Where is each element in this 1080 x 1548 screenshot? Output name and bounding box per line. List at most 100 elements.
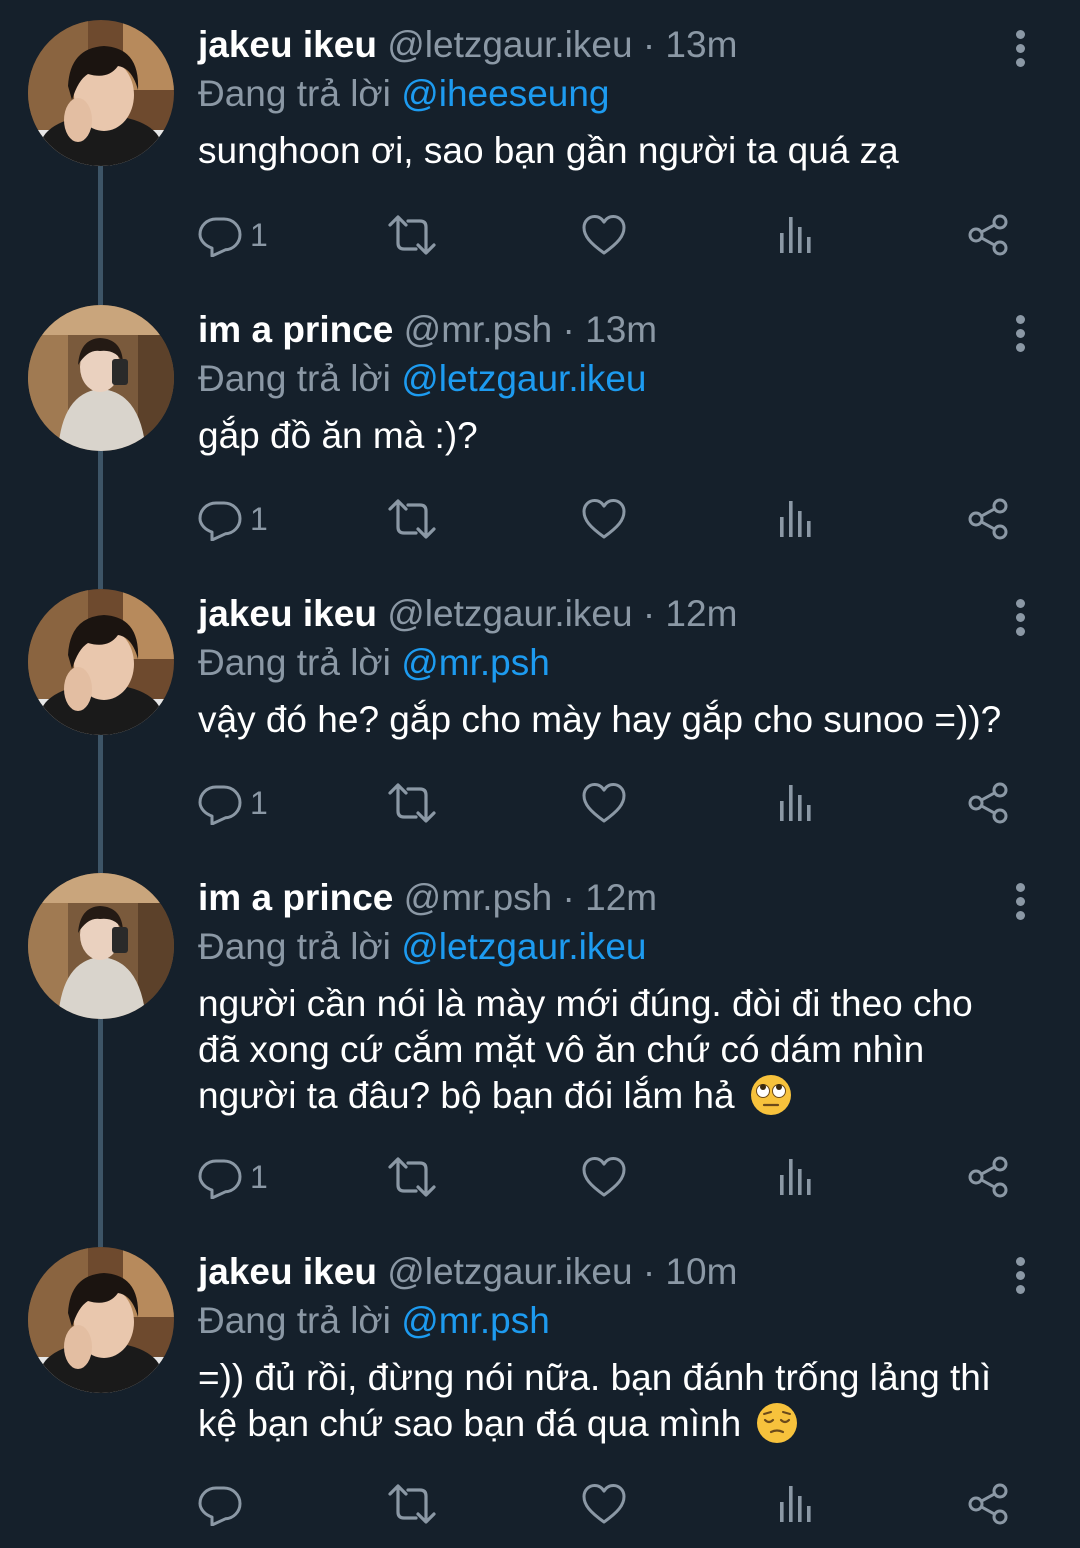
like-icon (582, 782, 626, 824)
avatar[interactable] (28, 589, 174, 735)
tweet-timestamp[interactable]: 13m (665, 24, 737, 65)
share-button[interactable] (966, 779, 1010, 827)
reply-count: 1 (250, 216, 268, 253)
more-options-icon[interactable] (1008, 1257, 1032, 1295)
reply-mention-link[interactable]: @mr.psh (401, 1300, 550, 1341)
like-button[interactable] (582, 211, 626, 259)
author-handle[interactable]: @letzgaur.ikeu (387, 1251, 632, 1292)
tweet-actions-bar (198, 1480, 1038, 1528)
tweet-timestamp[interactable]: 12m (585, 877, 657, 918)
retweet-button[interactable] (386, 779, 438, 827)
author-name[interactable]: jakeu ikeu (198, 593, 377, 634)
reply-button[interactable]: 1 (198, 495, 268, 543)
tweet-text-line: người ta đâu? bộ bạn đói lắm hả (198, 1073, 1048, 1119)
author-handle[interactable]: @mr.psh (404, 877, 553, 918)
reply-button[interactable]: 1 (198, 211, 268, 259)
like-button[interactable] (582, 495, 626, 543)
author-handle[interactable]: @mr.psh (404, 309, 553, 350)
reply-icon (198, 213, 242, 257)
more-options-icon[interactable] (1008, 883, 1032, 921)
retweet-icon (386, 1155, 438, 1199)
share-icon (966, 781, 1010, 825)
tweet-text-line: kệ bạn chứ sao bạn đá qua mình (198, 1401, 1048, 1447)
share-button[interactable] (966, 1153, 1010, 1201)
tweet-actions-bar: 1 (198, 1153, 1038, 1201)
avatar[interactable] (28, 873, 174, 1019)
retweet-icon (386, 781, 438, 825)
tweet-header: jakeu ikeu @letzgaur.ikeu · 10m (198, 1247, 1048, 1297)
retweet-button[interactable] (386, 211, 438, 259)
reply-button[interactable] (198, 1480, 250, 1528)
reply-mention-link[interactable]: @iheeseung (401, 73, 609, 114)
author-name[interactable]: jakeu ikeu (198, 24, 377, 65)
retweet-button[interactable] (386, 1153, 438, 1201)
share-button[interactable] (966, 1480, 1010, 1528)
tweet-text: người cần nói là mày mới đúng. đòi đi th… (198, 981, 1048, 1119)
reply-icon (198, 1482, 242, 1526)
avatar[interactable] (28, 1247, 174, 1393)
reply-button[interactable]: 1 (198, 1153, 268, 1201)
author-name[interactable]: jakeu ikeu (198, 1251, 377, 1292)
tweet-timestamp[interactable]: 12m (665, 593, 737, 634)
replying-to-line: Đang trả lời @iheeseung (198, 70, 1048, 118)
tweet-content: jakeu ikeu @letzgaur.ikeu · 10m Đang trả … (198, 1247, 1048, 1447)
separator-dot: · (562, 309, 575, 350)
like-icon (582, 498, 626, 540)
reply-mention-link[interactable]: @mr.psh (401, 642, 550, 683)
reply-icon (198, 497, 242, 541)
replying-to-label: Đang trả lời (198, 642, 391, 683)
like-icon (582, 1483, 626, 1525)
more-options-icon[interactable] (1008, 315, 1032, 353)
author-handle[interactable]: @letzgaur.ikeu (387, 593, 632, 634)
thread-connector-line (98, 450, 103, 589)
avatar[interactable] (28, 20, 174, 166)
avatar[interactable] (28, 305, 174, 451)
view-stats-button[interactable] (776, 495, 816, 543)
author-handle[interactable]: @letzgaur.ikeu (387, 24, 632, 65)
tweet-text-line: người cần nói là mày mới đúng. đòi đi th… (198, 983, 973, 1024)
tweet-text: =)) đủ rồi, đừng nói nữa. bạn đánh trống… (198, 1355, 1048, 1447)
stats-icon (776, 213, 816, 257)
tweet-actions-bar: 1 (198, 495, 1038, 543)
share-icon (966, 213, 1010, 257)
reply-icon (198, 781, 242, 825)
author-name[interactable]: im a prince (198, 309, 393, 350)
view-stats-button[interactable] (776, 1153, 816, 1201)
reply-mention-link[interactable]: @letzgaur.ikeu (401, 358, 646, 399)
replying-to-line: Đang trả lời @letzgaur.ikeu (198, 923, 1048, 971)
reply-button[interactable]: 1 (198, 779, 268, 827)
author-name[interactable]: im a prince (198, 877, 393, 918)
replying-to-line: Đang trả lời @letzgaur.ikeu (198, 355, 1048, 403)
tweet-timestamp[interactable]: 13m (585, 309, 657, 350)
stats-icon (776, 781, 816, 825)
stats-icon (776, 1482, 816, 1526)
tweet-text-line: gắp đồ ăn mà :)? (198, 415, 478, 456)
view-stats-button[interactable] (776, 1480, 816, 1528)
tweet-text-line: đã xong cứ cắm mặt vô ăn chứ có dám nhìn (198, 1029, 925, 1070)
replying-to-line: Đang trả lời @mr.psh (198, 639, 1048, 687)
like-button[interactable] (582, 779, 626, 827)
replying-to-line: Đang trả lời @mr.psh (198, 1297, 1048, 1345)
tweet-actions-bar: 1 (198, 779, 1038, 827)
tweet-thread: jakeu ikeu @letzgaur.ikeu · 13m Đang trả … (0, 0, 1080, 1548)
tweet-timestamp[interactable]: 10m (665, 1251, 737, 1292)
like-button[interactable] (582, 1153, 626, 1201)
replying-to-label: Đang trả lời (198, 926, 391, 967)
more-options-icon[interactable] (1008, 30, 1032, 68)
retweet-button[interactable] (386, 1480, 438, 1528)
view-stats-button[interactable] (776, 779, 816, 827)
tweet-header: im a prince @mr.psh · 12m (198, 873, 1048, 923)
retweet-icon (386, 213, 438, 257)
reply-count: 1 (250, 1158, 268, 1195)
reply-mention-link[interactable]: @letzgaur.ikeu (401, 926, 646, 967)
stats-icon (776, 497, 816, 541)
stats-icon (776, 1155, 816, 1199)
replying-to-label: Đang trả lời (198, 1300, 391, 1341)
retweet-button[interactable] (386, 495, 438, 543)
share-button[interactable] (966, 495, 1010, 543)
view-stats-button[interactable] (776, 211, 816, 259)
reply-icon (198, 1155, 242, 1199)
share-button[interactable] (966, 211, 1010, 259)
like-button[interactable] (582, 1480, 626, 1528)
more-options-icon[interactable] (1008, 599, 1032, 637)
